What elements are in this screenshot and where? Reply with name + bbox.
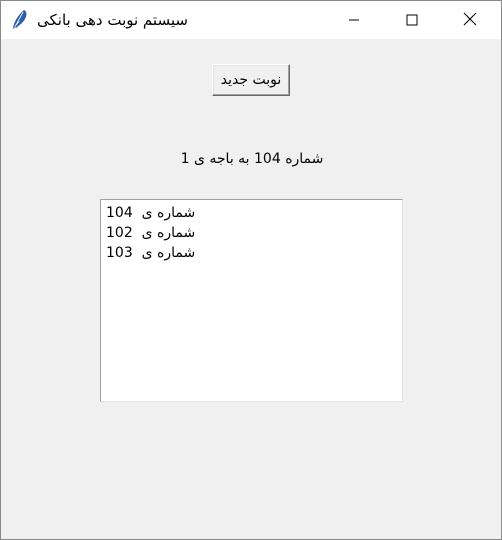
maximize-button[interactable]: [389, 1, 435, 39]
new-ticket-button[interactable]: نوبت جدید: [212, 64, 290, 96]
maximize-icon: [406, 11, 418, 30]
feather-icon: [10, 9, 30, 31]
ticket-label: شماره ی: [141, 225, 196, 241]
queue-listbox[interactable]: 104 شماره ی 102 شماره ی 103 شماره ی: [100, 199, 403, 402]
app-window: سیستم نوبت دهی بانکی نوبت جدید شماره 104…: [0, 0, 502, 540]
ticket-label: شماره ی: [141, 245, 196, 261]
list-item[interactable]: 103 شماره ی: [101, 243, 402, 263]
window-title: سیستم نوبت دهی بانکی: [37, 11, 188, 29]
ticket-number: 102: [106, 225, 133, 241]
list-item[interactable]: 104 شماره ی: [101, 203, 402, 223]
minimize-button[interactable]: [331, 1, 377, 39]
minimize-icon: [348, 11, 360, 30]
window-client-area: نوبت جدید شماره 104 به باجه ی 1 104 شمار…: [1, 39, 501, 539]
ticket-number: 104: [106, 205, 133, 221]
ticket-number: 103: [106, 245, 133, 261]
close-button[interactable]: [447, 1, 493, 39]
current-call-status: شماره 104 به باجه ی 1: [180, 151, 324, 167]
title-bar[interactable]: سیستم نوبت دهی بانکی: [1, 1, 501, 39]
ticket-label: شماره ی: [141, 205, 196, 221]
list-item[interactable]: 102 شماره ی: [101, 223, 402, 243]
close-icon: [463, 11, 477, 30]
